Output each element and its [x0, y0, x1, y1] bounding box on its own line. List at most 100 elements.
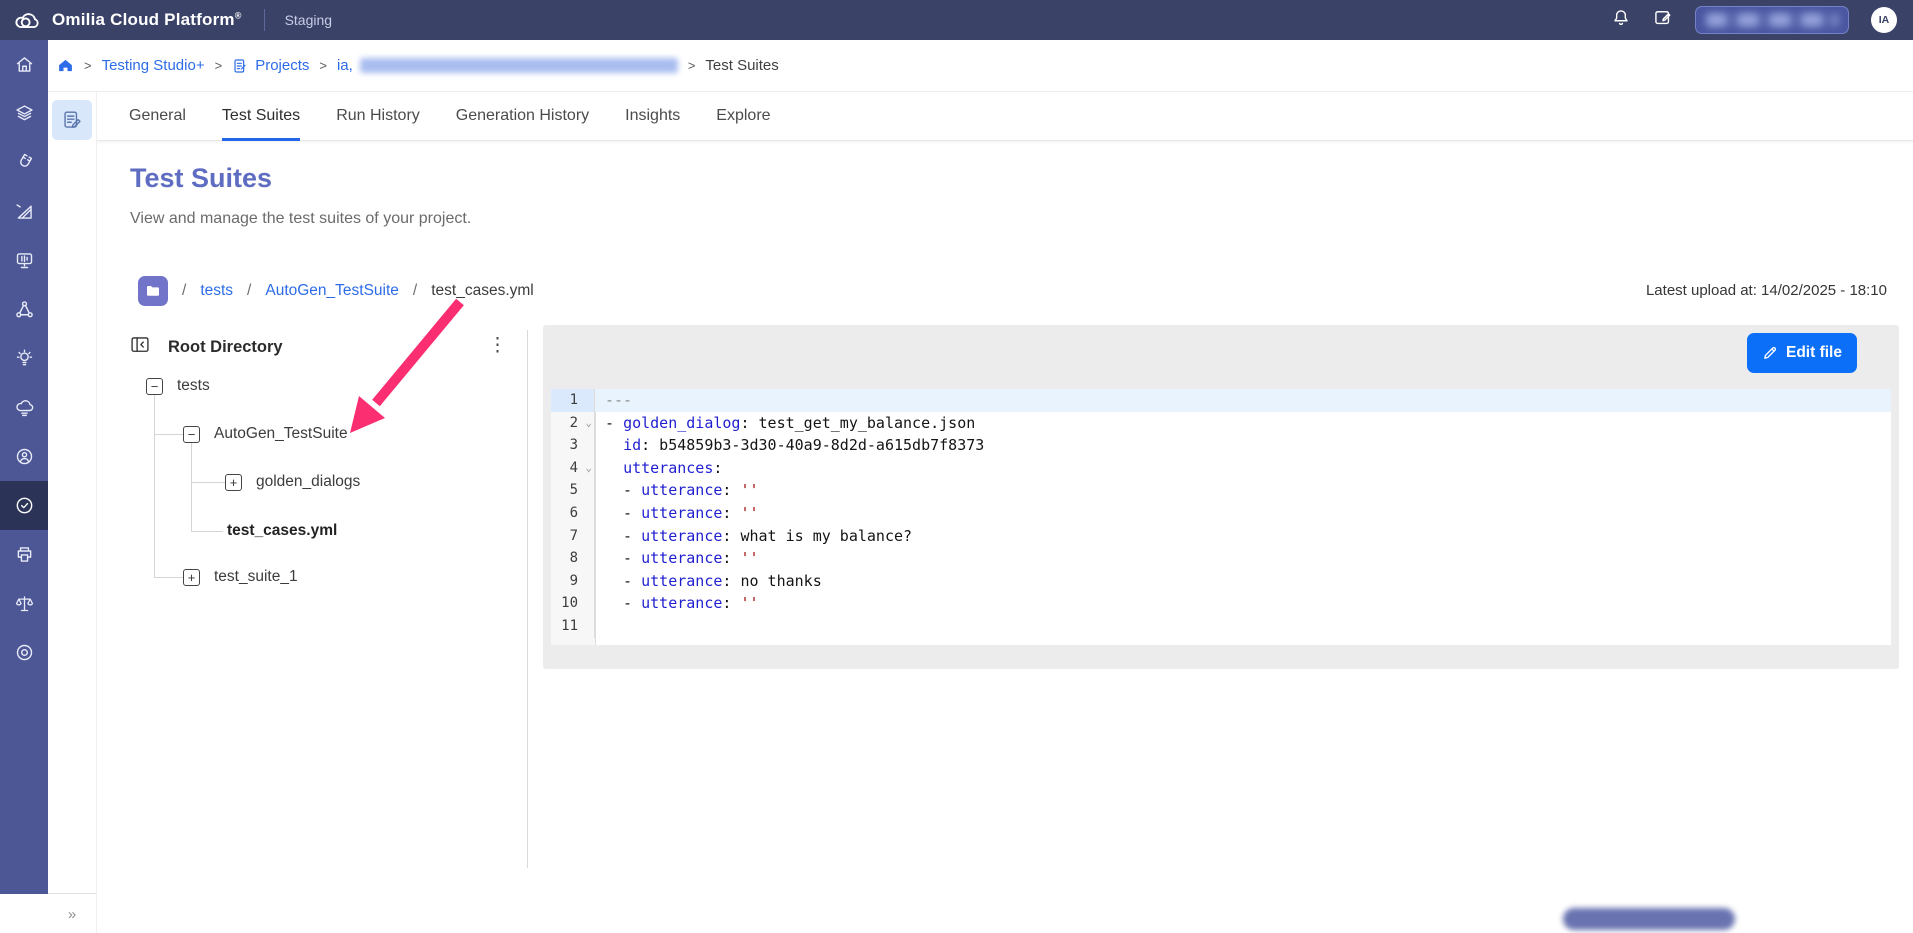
line-number: 9: [551, 570, 595, 593]
sidebar-item-ruler[interactable]: [0, 187, 48, 236]
redacted-footer-pill: [1563, 908, 1735, 930]
breadcrumb-projects[interactable]: Projects: [232, 57, 309, 74]
line-number: 10: [551, 592, 595, 615]
edit-file-button[interactable]: Edit file: [1747, 333, 1857, 373]
sidebar-item-compliance[interactable]: [0, 579, 48, 628]
code-line[interactable]: 7 - utterance: what is my balance?: [551, 525, 1891, 548]
breadcrumb-separator: >: [688, 58, 696, 73]
avatar[interactable]: IA: [1871, 7, 1897, 33]
folder-icon: [145, 283, 161, 299]
line-number: 2⌄: [551, 412, 595, 435]
secondary-rail: [48, 92, 97, 893]
sidebar-item-target[interactable]: [0, 628, 48, 677]
sidebar-item-layers[interactable]: [0, 89, 48, 138]
sidebar-item-molecule[interactable]: [0, 285, 48, 334]
breadcrumb-home[interactable]: [57, 57, 74, 74]
organization-selector[interactable]: [1695, 6, 1849, 34]
sidebar-item-printer[interactable]: [0, 530, 48, 579]
tree-connector: [154, 434, 183, 435]
target-icon: [14, 642, 35, 663]
code-line[interactable]: 11: [551, 615, 1891, 638]
document-edit-icon: [62, 110, 83, 131]
tab-insights[interactable]: Insights: [625, 92, 680, 140]
collapse-toggle[interactable]: −: [146, 378, 163, 395]
redacted-project-name: [360, 58, 678, 73]
tree-title: Root Directory: [168, 338, 283, 357]
sidebar-item-magnet[interactable]: [0, 138, 48, 187]
tab-explore[interactable]: Explore: [716, 92, 770, 140]
code-line[interactable]: 10 - utterance: '': [551, 592, 1891, 615]
tab-run-history[interactable]: Run History: [336, 92, 420, 140]
code-line[interactable]: 9 - utterance: no thanks: [551, 570, 1891, 593]
release-notes-icon[interactable]: [1653, 8, 1673, 33]
file-tree: Root Directory ⋮ − tests − AutoGen_TestS…: [130, 330, 522, 875]
path-autogen-testsuite[interactable]: AutoGen_TestSuite: [265, 282, 399, 300]
code-line[interactable]: 5 - utterance: '': [551, 479, 1891, 502]
code-text: - utterance: no thanks: [595, 570, 822, 593]
page-description: View and manage the test suites of your …: [130, 210, 471, 228]
code-text: utterances:: [595, 457, 722, 480]
panel-divider: [527, 330, 528, 868]
home-icon: [14, 54, 35, 75]
code-line[interactable]: 2⌄- golden_dialog: test_get_my_balance.j…: [551, 412, 1891, 435]
code-text: - utterance: '': [595, 547, 759, 570]
cloud-upload-icon: [14, 397, 35, 418]
tree-connector: [191, 482, 225, 483]
root-folder-button[interactable]: [138, 276, 168, 306]
tab-generation-history[interactable]: Generation History: [456, 92, 589, 140]
sidebar-item-insights[interactable]: [0, 334, 48, 383]
page: Omilia Cloud Platform® Staging IA: [0, 0, 1913, 933]
expand-toggle[interactable]: +: [225, 474, 242, 491]
code-line[interactable]: 6 - utterance: '': [551, 502, 1891, 525]
fold-arrow-icon[interactable]: ⌄: [585, 412, 592, 435]
rail-item-testing-studio[interactable]: [52, 100, 92, 140]
fold-arrow-icon[interactable]: ⌄: [585, 457, 592, 480]
code-line[interactable]: 4⌄ utterances:: [551, 457, 1891, 480]
magnet-icon: [14, 152, 35, 173]
path-separator: /: [413, 282, 417, 300]
breadcrumb-project-name[interactable]: ia,: [337, 57, 678, 74]
brand-title: Omilia Cloud Platform®: [52, 10, 242, 30]
tree-label[interactable]: test_suite_1: [214, 568, 298, 586]
tree-label[interactable]: tests: [177, 377, 210, 395]
code-text: - utterance: '': [595, 479, 759, 502]
line-number: 7: [551, 525, 595, 548]
tab-test-suites[interactable]: Test Suites: [222, 92, 300, 140]
path-tests[interactable]: tests: [200, 282, 233, 300]
sidebar-item-testing-studio[interactable]: [0, 481, 48, 530]
notifications-bell-icon[interactable]: [1611, 8, 1631, 33]
expand-toggle[interactable]: +: [183, 569, 200, 586]
line-number: 11: [551, 615, 595, 638]
tree-connector: [191, 443, 192, 531]
rail-collapse-button[interactable]: »: [48, 893, 97, 933]
sidebar-item-cloud-deploy[interactable]: [0, 383, 48, 432]
collapse-toggle[interactable]: −: [183, 426, 200, 443]
code-line[interactable]: 1---: [551, 389, 1891, 412]
scales-icon: [14, 593, 35, 614]
topbar-divider: [264, 9, 265, 31]
code-text: - utterance: '': [595, 502, 759, 525]
path-current-file: test_cases.yml: [431, 282, 534, 300]
badge-check-icon: [14, 495, 35, 516]
primary-sidebar: [0, 40, 48, 893]
code-line[interactable]: 8 - utterance: '': [551, 547, 1891, 570]
collapse-panel-icon[interactable]: [130, 335, 150, 360]
line-number: 3: [551, 434, 595, 457]
projects-icon: [232, 58, 248, 74]
tree-kebab-menu[interactable]: ⋮: [488, 334, 507, 357]
sidebar-item-home[interactable]: [0, 40, 48, 89]
code-editor[interactable]: 1---2⌄- golden_dialog: test_get_my_balan…: [551, 389, 1891, 645]
tab-bar: General Test Suites Run History Generati…: [96, 92, 1913, 141]
tree-label-selected[interactable]: test_cases.yml: [227, 522, 337, 540]
tree-connector: [191, 531, 223, 532]
breadcrumb-testing-studio[interactable]: Testing Studio+: [102, 57, 205, 74]
tree-label[interactable]: AutoGen_TestSuite: [214, 425, 348, 443]
tab-general[interactable]: General: [129, 92, 186, 140]
voice-kiosk-icon: [14, 250, 35, 271]
tree-node-autogen-testsuite: − AutoGen_TestSuite: [183, 425, 348, 443]
tree-label[interactable]: golden_dialogs: [256, 473, 360, 491]
sidebar-item-voice-kiosk[interactable]: [0, 236, 48, 285]
sidebar-item-account-settings[interactable]: [0, 432, 48, 481]
code-line[interactable]: 3 id: b54859b3-3d30-40a9-8d2d-a615db7f83…: [551, 434, 1891, 457]
code-text: ---: [595, 389, 632, 412]
